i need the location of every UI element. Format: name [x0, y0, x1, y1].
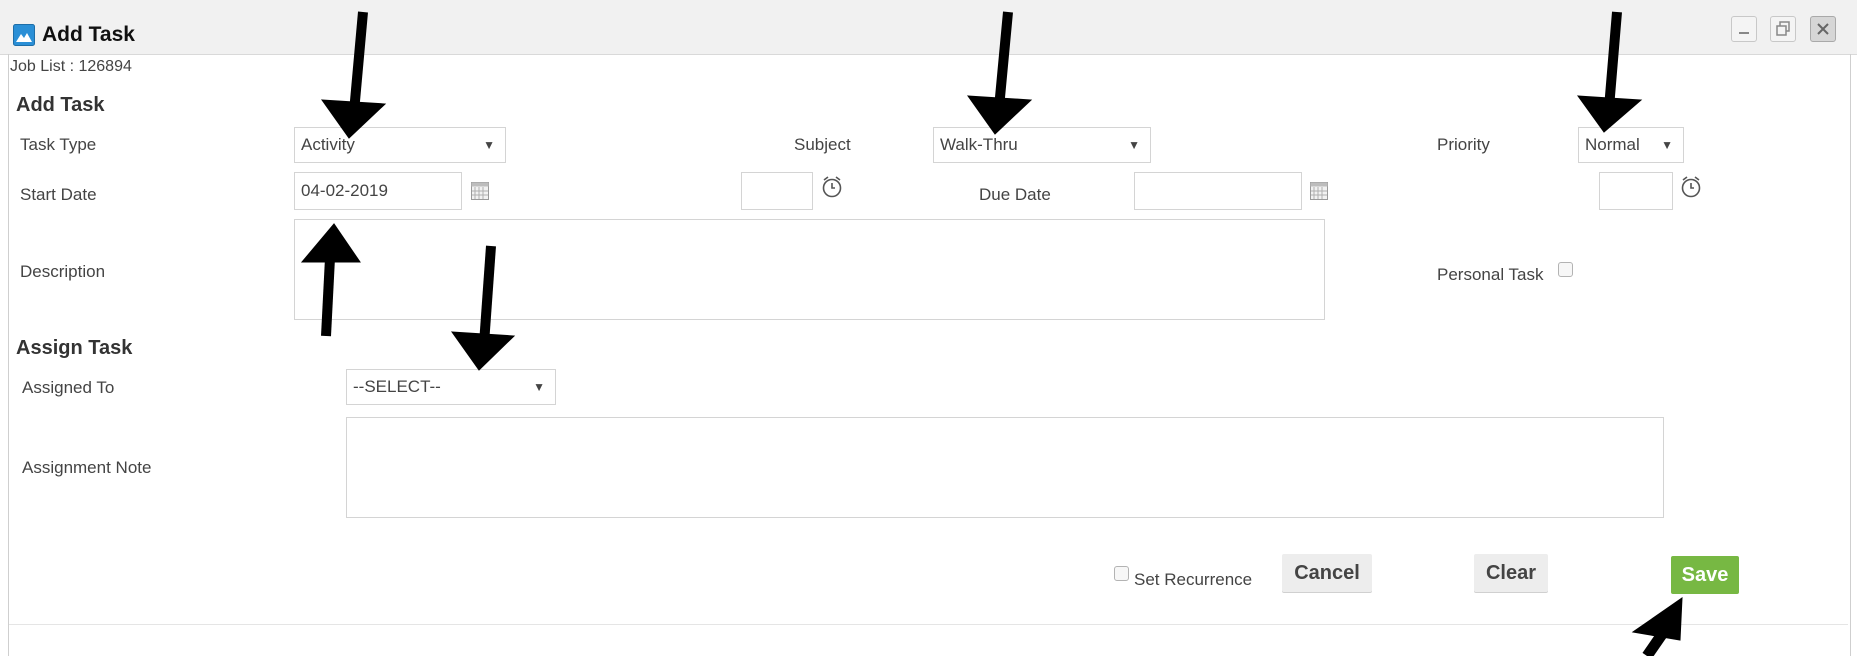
annotation-arrow-up	[1631, 597, 1683, 656]
annotation-arrow-down	[450, 245, 516, 371]
annotation-arrows	[300, 11, 1683, 656]
annotation-arrow-down	[966, 11, 1033, 135]
annotation-arrow-up	[300, 223, 361, 337]
annotation-arrow-down	[1576, 11, 1643, 133]
annotation-arrow-down	[320, 11, 387, 139]
